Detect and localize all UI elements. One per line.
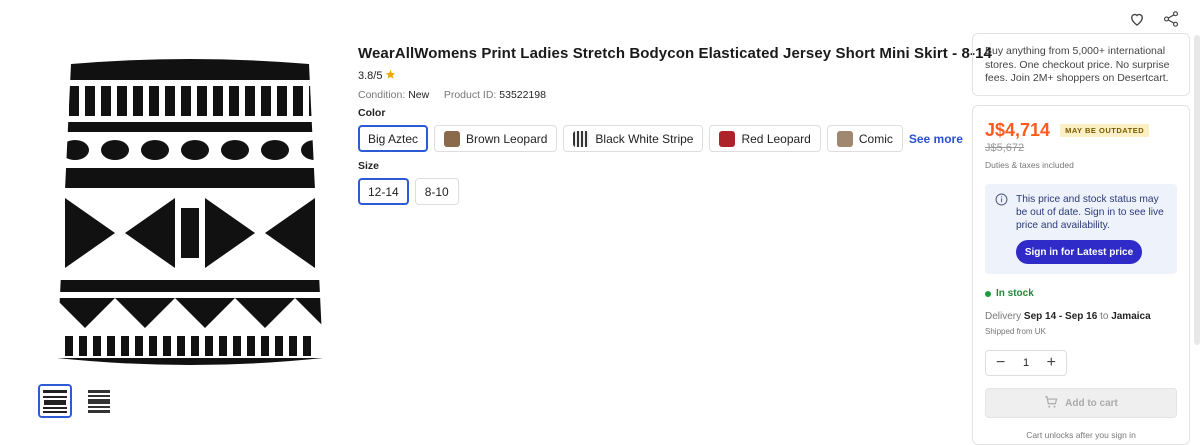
add-to-cart-label: Add to cart (1065, 397, 1118, 409)
size-option-label: 12-14 (368, 184, 399, 199)
color-option-brown-leopard[interactable]: Brown Leopard (434, 125, 558, 152)
see-more-link[interactable]: See more (909, 132, 963, 146)
old-price: J$5,672 (985, 142, 1025, 154)
product-meta: Condition: New Product ID: 53522198 (358, 89, 546, 101)
product-id-value: 53522198 (499, 89, 546, 101)
info-icon (995, 193, 1008, 264)
color-options: Big Aztec Brown Leopard Black White Stri… (358, 125, 963, 152)
outdated-badge: MAY BE OUTDATED (1060, 124, 1150, 137)
quantity-stepper: − 1 + (985, 350, 1067, 376)
color-option-black-white-stripe[interactable]: Black White Stripe (563, 125, 704, 152)
swatch-icon (573, 130, 590, 147)
color-option-comic[interactable]: Comic (826, 125, 903, 152)
product-gallery (0, 0, 345, 435)
color-option-label: Comic (858, 131, 893, 146)
share-icon[interactable] (1162, 10, 1180, 28)
size-options: 12-14 8-10 (358, 178, 459, 205)
stock-text: In stock (996, 288, 1034, 299)
size-option-label: 8-10 (424, 184, 449, 199)
notice-text: This price and stock status may be out o… (1016, 194, 1164, 231)
swatch-icon (836, 130, 853, 147)
price-notice: This price and stock status may be out o… (985, 184, 1177, 274)
delivery-label: Delivery (985, 311, 1022, 322)
promo-box: Buy anything from 5,000+ international s… (972, 33, 1190, 96)
color-option-label: Black White Stripe (595, 131, 694, 146)
delivery-country[interactable]: Jamaica (1111, 311, 1150, 322)
delivery-dates: Sep 14 - Sep 16 (1023, 311, 1098, 322)
color-option-label: Red Leopard (741, 131, 811, 146)
size-option-12-14[interactable]: 12-14 (358, 178, 409, 205)
cart-icon (1044, 395, 1058, 412)
condition-value: New (408, 89, 430, 101)
size-option-8-10[interactable]: 8-10 (414, 178, 459, 205)
sign-in-button[interactable]: Sign in for Latest price (1016, 240, 1142, 264)
quantity-value[interactable]: 1 (1023, 357, 1029, 369)
price: J$4,714 (985, 120, 1051, 140)
color-label: Color (358, 107, 386, 119)
product-main-image[interactable] (55, 58, 325, 368)
duties-note: Duties & taxes included (985, 160, 1074, 170)
rating-value: 3.8/5 (358, 70, 383, 82)
buy-box: J$4,714 MAY BE OUTDATED J$5,672 Duties &… (972, 105, 1190, 445)
shipped-from: Shipped from UK (985, 327, 1046, 336)
color-option-red-leopard[interactable]: Red Leopard (709, 125, 821, 152)
color-option-label: Brown Leopard (466, 131, 548, 146)
product-rating: 3.8/5 (358, 69, 396, 83)
thumbnail-1[interactable] (38, 384, 72, 418)
delivery-info: Delivery Sep 14 - Sep 16 to Jamaica (985, 311, 1177, 322)
heart-icon[interactable] (1128, 10, 1146, 28)
swatch-icon (719, 130, 736, 147)
stock-dot-icon (985, 290, 991, 297)
page-scrollbar[interactable] (1194, 35, 1200, 345)
add-to-cart-button[interactable]: Add to cart (985, 388, 1177, 418)
swatch-icon (444, 130, 461, 147)
product-id-label: Product ID: (443, 89, 497, 101)
delivery-to: to (1100, 311, 1109, 322)
size-label: Size (358, 160, 380, 172)
condition-label: Condition: (358, 89, 406, 101)
color-option-label: Big Aztec (368, 131, 419, 146)
plus-icon[interactable]: + (1047, 354, 1056, 372)
stock-status: In stock (985, 288, 1177, 299)
minus-icon[interactable]: − (996, 354, 1005, 372)
cart-unlock-note: Cart unlocks after you sign in (1026, 430, 1136, 440)
top-actions (1128, 10, 1180, 28)
promo-text: Buy anything from 5,000+ international s… (985, 45, 1170, 84)
price-row: J$4,714 MAY BE OUTDATED (985, 120, 1177, 141)
product-title: WearAllWomens Print Ladies Stretch Bodyc… (358, 45, 992, 62)
color-option-big-aztec[interactable]: Big Aztec (358, 125, 429, 152)
star-icon (385, 69, 396, 83)
thumbnail-2[interactable] (82, 384, 116, 418)
